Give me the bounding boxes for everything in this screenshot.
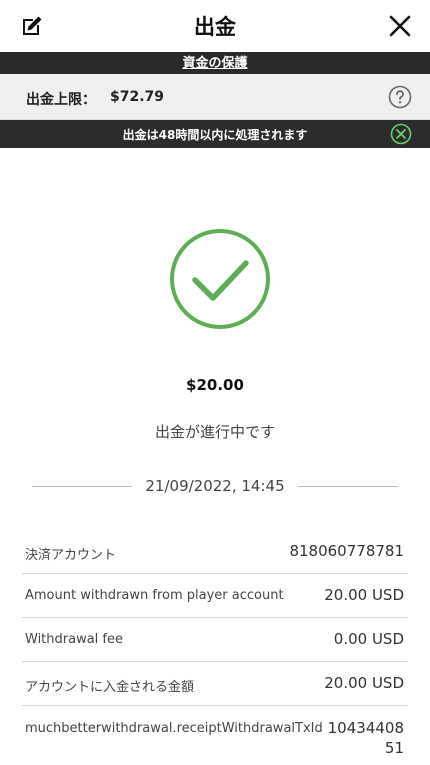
close-icon[interactable] <box>388 14 412 38</box>
receipt-details: 決済アカウント 818060778781 Amount withdrawn fr… <box>22 530 408 765</box>
detail-label: アカウントに入金される金額 <box>25 680 195 695</box>
detail-value: 818060778781 <box>289 542 404 560</box>
processing-notice-bar: 出金は48時間以内に処理されます <box>0 120 430 148</box>
detail-row-amount-withdrawn: Amount withdrawn from player account 20.… <box>22 574 408 618</box>
detail-row-transaction-id: muchbetterwithdrawal.receiptWithdrawalTx… <box>22 706 408 765</box>
detail-label: 決済アカウント <box>25 548 117 563</box>
detail-label: muchbetterwithdrawal.receiptWithdrawalTx… <box>25 721 323 736</box>
detail-value: 0.00 USD <box>333 630 404 648</box>
close-circle-icon[interactable] <box>390 123 412 145</box>
detail-row-withdrawal-fee: Withdrawal fee 0.00 USD <box>22 618 408 662</box>
check-circle-icon <box>170 229 270 329</box>
detail-value: 1043440851 <box>327 719 404 757</box>
detail-label: Amount withdrawn from player account <box>25 588 284 603</box>
help-icon[interactable] <box>388 85 412 109</box>
withdrawal-limit-value: $72.79 <box>110 89 165 105</box>
detail-label: Withdrawal fee <box>25 632 123 647</box>
processing-notice-text: 出金は48時間以内に処理されます <box>122 128 308 142</box>
divider-line <box>298 486 398 487</box>
fund-protection-bar: 資金の保護 <box>0 52 430 74</box>
header-bar: 出金 <box>0 0 430 52</box>
detail-row-payment-account: 決済アカウント 818060778781 <box>22 530 408 574</box>
detail-row-amount-credited: アカウントに入金される金額 20.00 USD <box>22 662 408 706</box>
detail-value: 20.00 USD <box>324 586 404 604</box>
page-title: 出金 <box>194 15 236 39</box>
withdrawal-status: 出金が進行中です <box>154 423 275 441</box>
detail-value: 20.00 USD <box>324 674 404 692</box>
fund-protection-link[interactable]: 資金の保護 <box>182 56 247 71</box>
withdrawal-limit-label: 出金上限： <box>26 92 96 108</box>
datetime-divider: 21/09/2022, 14:45 <box>32 476 398 498</box>
withdrawal-limit-row: 出金上限： $72.79 <box>0 74 430 120</box>
withdrawal-amount: $20.00 <box>186 376 244 394</box>
